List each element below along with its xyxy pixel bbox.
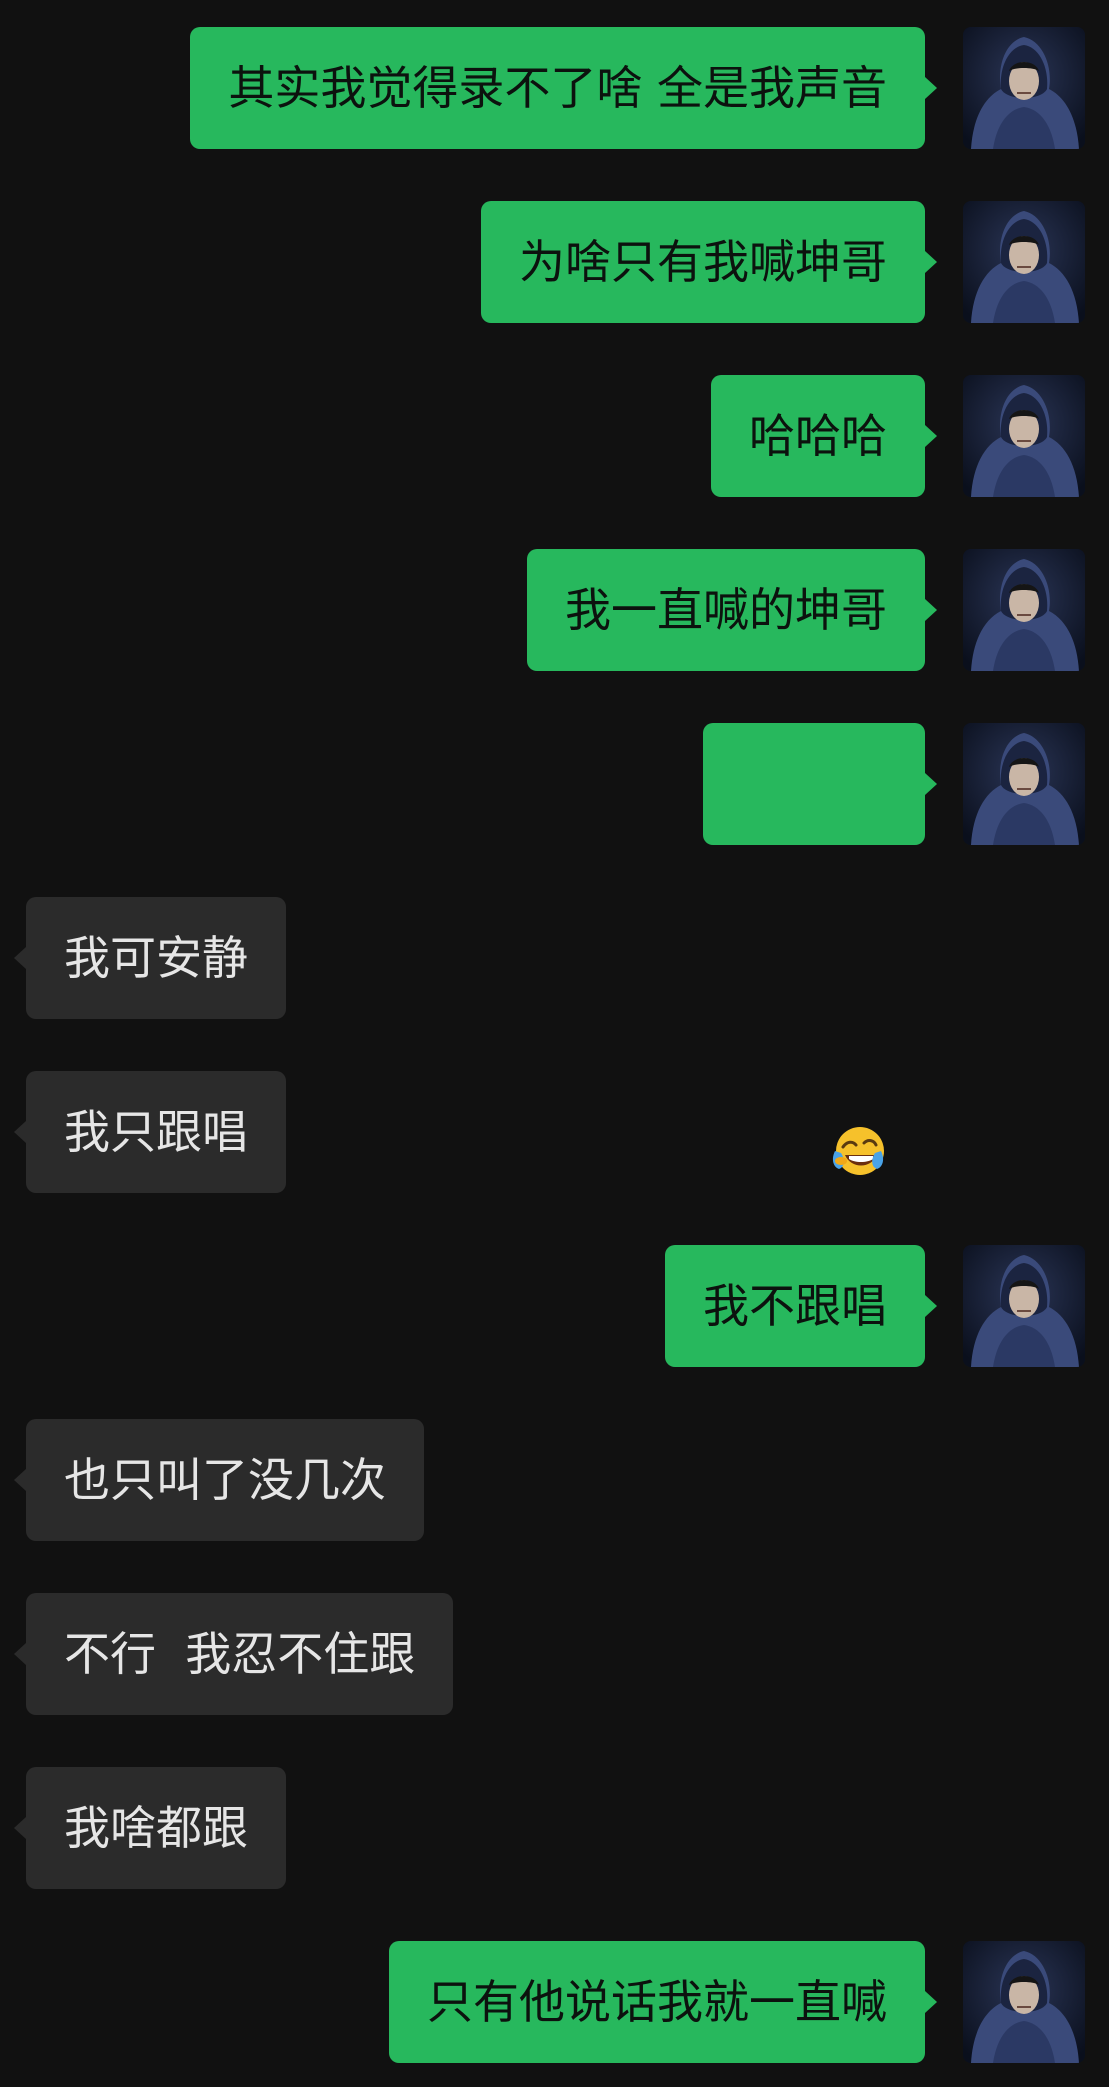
hooded-figure-avatar[interactable]: [963, 375, 1085, 497]
hooded-figure-avatar[interactable]: [963, 723, 1085, 845]
outgoing-message: [0, 723, 1109, 1175]
outgoing-message: 其实我觉得录不了啥 全是我声音: [0, 27, 1109, 149]
chat-message-list: 其实我觉得录不了啥 全是我声音 为啥只有我喊坤哥 哈哈哈 我一直喊的坤哥 我可安…: [0, 0, 1109, 2087]
bubble-tail: [14, 1817, 26, 1839]
outgoing-message: 我一直喊的坤哥: [0, 549, 1109, 671]
hooded-figure-avatar[interactable]: [963, 1245, 1085, 1367]
bubble-tail: [925, 251, 937, 273]
message-bubble[interactable]: 只有他说话我就一直喊: [389, 1941, 925, 2063]
outgoing-message: 哈哈哈: [0, 375, 1109, 497]
bubble-tail: [925, 773, 937, 795]
bubble-tail: [925, 1295, 937, 1317]
incoming-message: 不行 我忍不住跟: [0, 1593, 1109, 1715]
hooded-figure-avatar[interactable]: [963, 549, 1085, 671]
message-bubble[interactable]: 我可安静: [26, 897, 286, 1019]
bubble-tail: [925, 425, 937, 447]
hooded-figure-avatar[interactable]: [963, 1941, 1085, 2063]
incoming-message: 我可安静: [0, 897, 1109, 1019]
hooded-figure-avatar[interactable]: [963, 27, 1085, 149]
outgoing-message: 只有他说话我就一直喊: [0, 1941, 1109, 2063]
bubble-tail: [14, 1469, 26, 1491]
incoming-message: 我只跟唱: [0, 1071, 1109, 1193]
message-bubble[interactable]: 我只跟唱: [26, 1071, 286, 1193]
outgoing-message: 我不跟唱: [0, 1245, 1109, 1367]
incoming-message: 我啥都跟: [0, 1767, 1109, 1889]
message-bubble[interactable]: 为啥只有我喊坤哥: [481, 201, 925, 323]
outgoing-message: 为啥只有我喊坤哥: [0, 201, 1109, 323]
hooded-figure-avatar[interactable]: [963, 201, 1085, 323]
bubble-tail: [14, 947, 26, 969]
message-bubble[interactable]: 不行 我忍不住跟: [26, 1593, 454, 1715]
message-bubble[interactable]: 我啥都跟: [26, 1767, 286, 1889]
incoming-message: 也只叫了没几次: [0, 1419, 1109, 1541]
bubble-tail: [925, 1991, 937, 2013]
bubble-tail: [14, 1643, 26, 1665]
message-bubble[interactable]: 我一直喊的坤哥: [527, 549, 925, 671]
bubble-tail: [14, 1121, 26, 1143]
message-bubble[interactable]: 也只叫了没几次: [26, 1419, 424, 1541]
message-bubble[interactable]: 我不跟唱: [665, 1245, 925, 1367]
bubble-tail: [925, 599, 937, 621]
message-bubble[interactable]: 哈哈哈: [711, 375, 925, 497]
message-bubble[interactable]: 其实我觉得录不了啥 全是我声音: [190, 27, 925, 149]
bubble-tail: [925, 77, 937, 99]
message-bubble[interactable]: [703, 723, 925, 1175]
